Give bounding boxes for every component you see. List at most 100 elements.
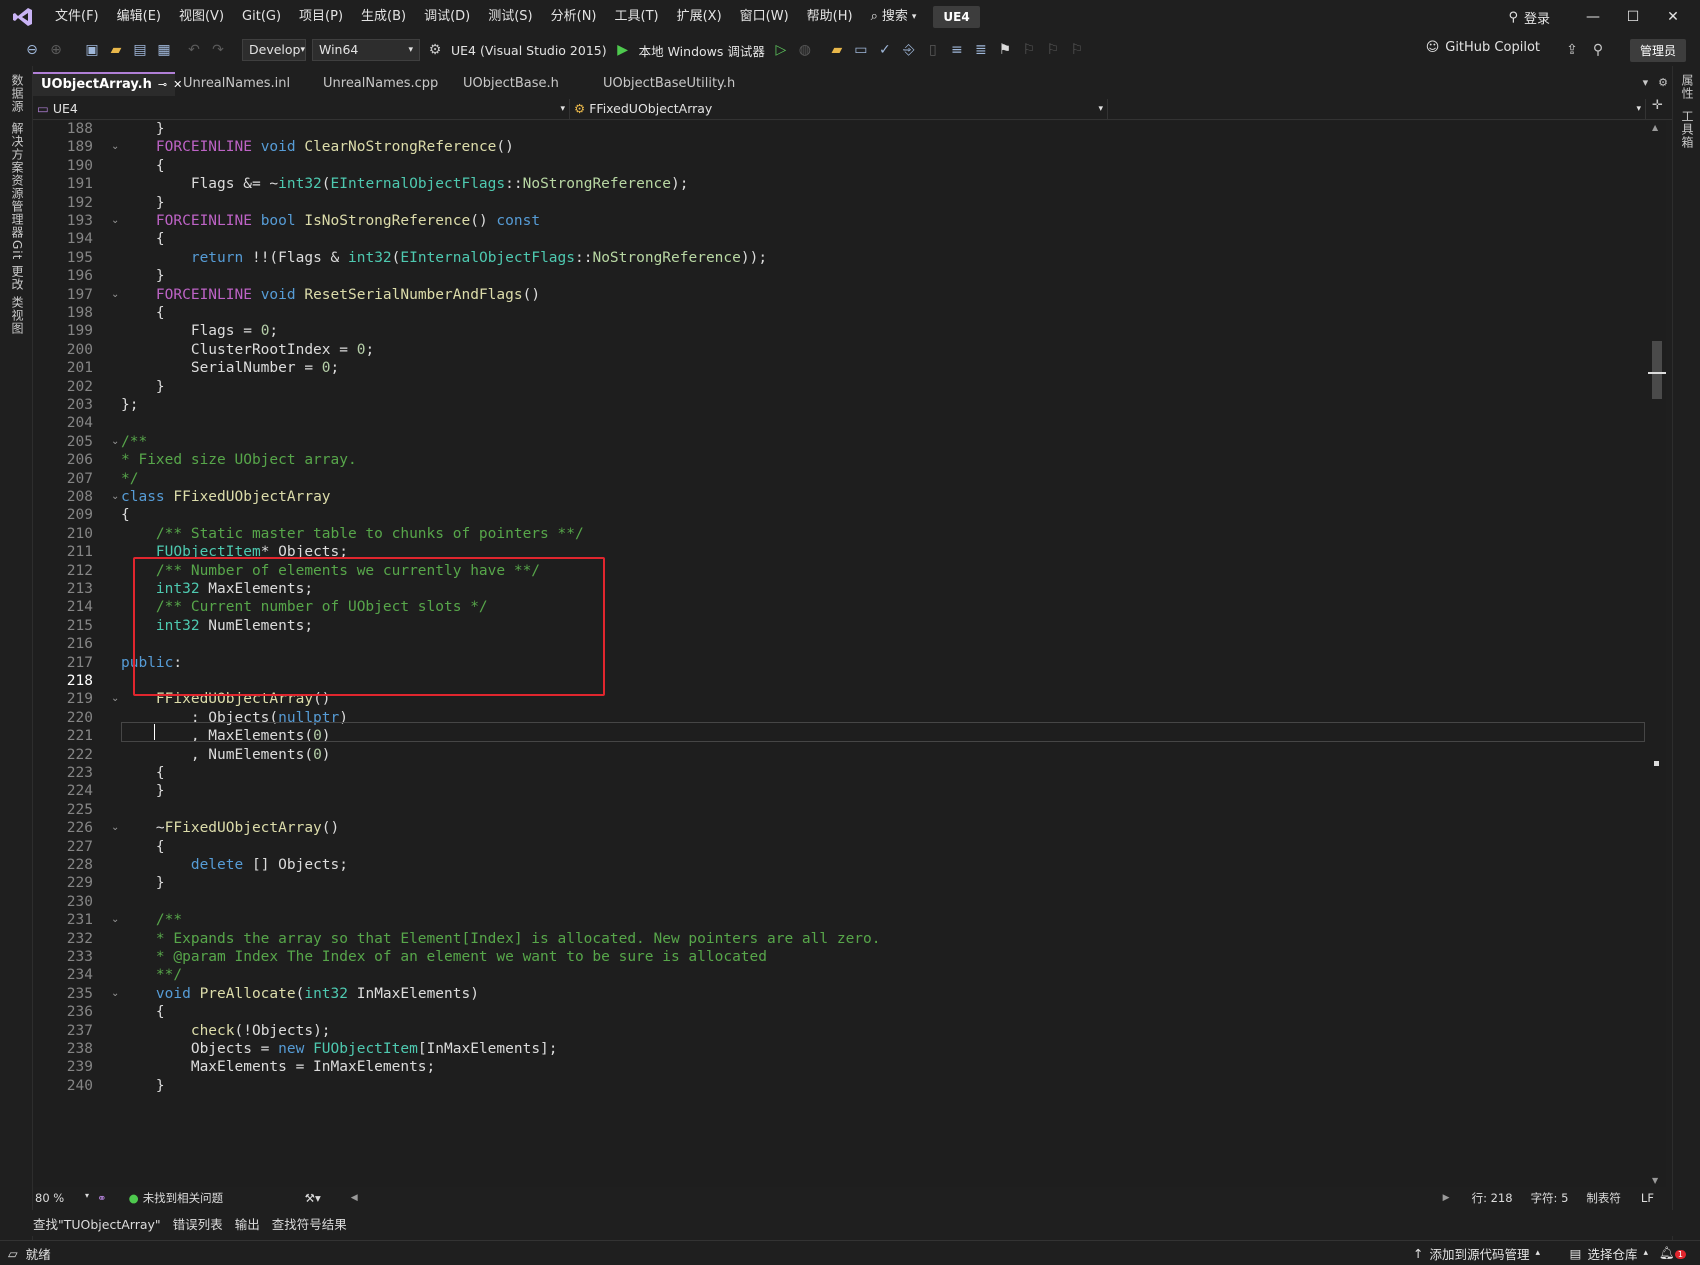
type-scope-select[interactable]: ⚙ FFixedUObjectArray ▾	[570, 99, 1108, 119]
navigate-forward-icon[interactable]: ⊕	[46, 40, 66, 60]
start-without-debugging-icon[interactable]: ▷	[771, 40, 791, 60]
hot-reload-icon[interactable]: ◍	[795, 40, 815, 60]
fold-toggle-icon[interactable]: ⌄	[111, 432, 119, 452]
close-button[interactable]: ✕	[1658, 6, 1688, 28]
code-line[interactable]: , NumElements(0)	[121, 745, 331, 765]
code-line[interactable]: * @param Index The Index of an element w…	[121, 947, 767, 967]
code-line[interactable]: */	[121, 469, 138, 489]
code-line[interactable]: class FFixedUObjectArray	[121, 487, 331, 507]
code-line[interactable]: {	[121, 505, 130, 525]
rail-tab-git-changes[interactable]: Git 更改	[9, 240, 26, 291]
save-icon[interactable]: ▤	[130, 40, 150, 60]
login-button[interactable]: ⚲ 登录	[1508, 8, 1550, 27]
bookmark-clear-icon[interactable]: ⚐	[1067, 40, 1087, 60]
code-line[interactable]: {	[121, 229, 165, 249]
debug-target-button[interactable]: 本地 Windows 调试器	[635, 41, 769, 60]
code-line[interactable]: {	[121, 837, 165, 857]
share-icon[interactable]: ⇪	[1562, 40, 1582, 60]
settings-gear-icon[interactable]: ⚙	[1658, 76, 1668, 89]
browse-icon[interactable]: ▰	[827, 40, 847, 60]
menu-item[interactable]: 生成(B)	[352, 0, 415, 34]
navigate-back-icon[interactable]: ⊖	[22, 40, 42, 60]
menu-item[interactable]: 测试(S)	[479, 0, 541, 34]
tool-tab-find-results[interactable]: 查找"TUObjectArray"	[27, 1214, 167, 1233]
tab-unrealnames-inl[interactable]: UnrealNames.inl	[175, 72, 315, 96]
bookmark-next-icon[interactable]: ⚐	[1043, 40, 1063, 60]
code-line[interactable]: {	[121, 156, 165, 176]
menu-item[interactable]: 项目(P)	[290, 0, 352, 34]
code-line[interactable]: FORCEINLINE void ResetSerialNumberAndFla…	[121, 285, 540, 305]
configuration-select[interactable]: Develop ▾	[242, 39, 306, 61]
code-line[interactable]: };	[121, 395, 138, 415]
code-line[interactable]: }	[121, 873, 165, 893]
menu-item[interactable]: 视图(V)	[170, 0, 233, 34]
play-icon[interactable]: ▶	[613, 40, 633, 60]
spell-check-icon[interactable]: ✓	[875, 40, 895, 60]
code-line[interactable]: }	[121, 781, 165, 801]
menu-item[interactable]: 文件(F)	[46, 0, 108, 34]
tab-list-dropdown-icon[interactable]: ▾	[1643, 76, 1649, 89]
fold-toggle-icon[interactable]: ⌄	[111, 818, 119, 838]
code-line[interactable]: return !!(Flags & int32(EInternalObjectF…	[121, 248, 767, 268]
code-line[interactable]: Flags = 0;	[121, 321, 278, 341]
code-line[interactable]: }	[121, 377, 165, 397]
scroll-up-icon[interactable]: ▲	[1652, 123, 1658, 132]
intellicode-icon[interactable]: ⚭	[97, 1191, 107, 1205]
menu-item[interactable]: 窗口(W)	[731, 0, 798, 34]
add-to-source-control-button[interactable]: ↑ 添加到源代码管理 ▴	[1413, 1244, 1540, 1263]
tab-uobjectbase-h[interactable]: UObjectBase.h	[455, 72, 595, 96]
rail-tab-data-sources[interactable]: 数据源	[9, 74, 26, 113]
code-line[interactable]: /**	[121, 910, 182, 930]
pin-icon[interactable]: ⊸	[158, 74, 167, 96]
undo-icon[interactable]: ↶	[184, 40, 204, 60]
code-line[interactable]: {	[121, 303, 165, 323]
startup-project-select[interactable]: UE4 (Visual Studio 2015)	[447, 43, 611, 58]
scroll-left-icon[interactable]: ◀	[351, 1193, 358, 1203]
code-line[interactable]: {	[121, 763, 165, 783]
fold-toggle-icon[interactable]: ⌄	[111, 984, 119, 1004]
github-copilot-button[interactable]: ☺ GitHub Copilot	[1426, 40, 1540, 55]
menu-item[interactable]: 工具(T)	[606, 0, 668, 34]
rail-tab-properties[interactable]: 属性	[1679, 74, 1696, 100]
menu-item[interactable]: 分析(N)	[542, 0, 606, 34]
menu-item[interactable]: 编辑(E)	[108, 0, 170, 34]
fold-toggle-icon[interactable]: ⌄	[111, 137, 119, 157]
column-indicator[interactable]: 字符: 5	[1531, 1190, 1569, 1206]
code-line[interactable]: }	[121, 193, 165, 213]
rail-tab-solution-explorer[interactable]: 解决方案资源管理器	[9, 122, 26, 239]
tool-tab-find-symbol-results[interactable]: 查找符号结果	[266, 1214, 353, 1233]
code-line[interactable]: check(!Objects);	[121, 1021, 331, 1041]
notifications-bell-icon[interactable]: 🔔︎ 1	[1659, 1245, 1686, 1261]
save-all-icon[interactable]: ▦	[154, 40, 174, 60]
layout-icon[interactable]: ▭	[851, 40, 871, 60]
search-menu[interactable]: ⌕ 搜索 ▾	[862, 0, 926, 34]
member-scope-select[interactable]: ▾	[1108, 99, 1646, 119]
outdent-icon[interactable]: ≣	[971, 40, 991, 60]
rail-tab-class-view[interactable]: 类视图	[9, 296, 26, 335]
code-line[interactable]: ~FFixedUObjectArray()	[121, 818, 339, 838]
fold-toggle-icon[interactable]: ⌄	[111, 285, 119, 305]
redo-icon[interactable]: ↷	[208, 40, 228, 60]
code-line[interactable]: Objects = new FUObjectItem[InMaxElements…	[121, 1039, 558, 1059]
code-line[interactable]: SerialNumber = 0;	[121, 358, 339, 378]
minimize-button[interactable]: —	[1578, 6, 1608, 28]
code-line[interactable]: }	[121, 266, 165, 286]
new-item-icon[interactable]: ▣	[82, 40, 102, 60]
code-line[interactable]: ClusterRootIndex = 0;	[121, 340, 374, 360]
fold-toggle-icon[interactable]: ⌄	[111, 910, 119, 930]
step-icon[interactable]: ⎆	[899, 40, 919, 60]
indent-indicator[interactable]: 制表符	[1586, 1190, 1621, 1206]
code-line[interactable]: /**	[121, 432, 147, 452]
code-line[interactable]: FORCEINLINE bool IsNoStrongReference() c…	[121, 211, 540, 231]
output-window-icon[interactable]: ▱	[8, 1246, 18, 1261]
menu-item[interactable]: 调试(D)	[415, 0, 479, 34]
vertical-scrollbar[interactable]: ▲ ▼	[1648, 121, 1666, 1187]
scrollbar-thumb[interactable]	[1652, 341, 1662, 399]
open-folder-icon[interactable]: ▰	[106, 40, 126, 60]
tool-tab-output[interactable]: 输出	[229, 1214, 266, 1233]
platform-select[interactable]: Win64 ▾	[312, 39, 420, 61]
fold-toggle-icon[interactable]: ⌄	[111, 487, 119, 507]
tab-uobjectbaseutility-h[interactable]: UObjectBaseUtility.h	[595, 72, 765, 96]
zoom-select[interactable]: 80 % ▾	[33, 1191, 91, 1205]
fold-toggle-icon[interactable]: ⌄	[111, 211, 119, 231]
